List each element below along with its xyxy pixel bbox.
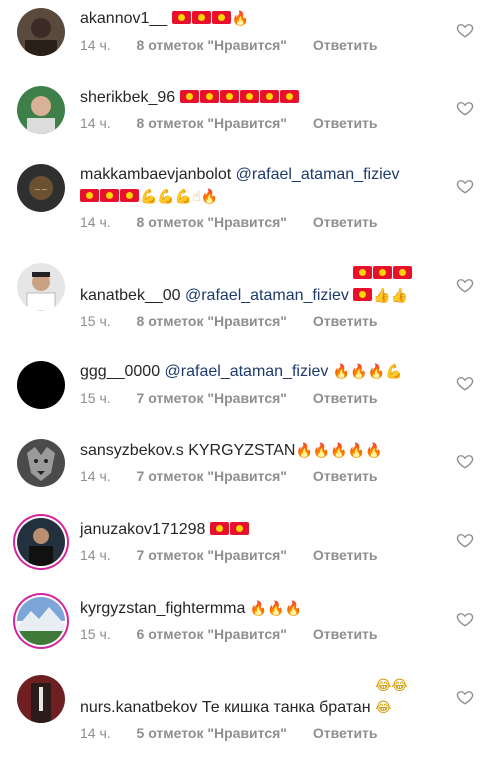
kyrgyzstan-flag-emoji <box>80 189 99 202</box>
emoji-group <box>209 519 250 541</box>
heart-icon[interactable] <box>456 610 474 628</box>
username[interactable]: januzakov171298 <box>80 521 205 538</box>
flexed-biceps-emoji: 💪💪💪 <box>140 189 193 205</box>
fire-emoji: 🔥 <box>231 11 250 27</box>
index-pointing-up-emoji: ☝ <box>192 189 201 205</box>
heart-icon[interactable] <box>456 374 474 392</box>
heart-icon[interactable] <box>456 21 474 39</box>
kyrgyzstan-flag-emoji <box>239 90 259 103</box>
fire-emoji: 🔥 <box>200 189 219 205</box>
kyrgyzstan-flag-emoji <box>259 90 279 103</box>
heart-icon[interactable] <box>456 688 474 706</box>
username[interactable]: makkambaevjanbolot <box>80 166 231 183</box>
emoji-group: 🔥 <box>171 8 250 30</box>
likes-count[interactable]: 8 отметок "Нравится" <box>137 313 287 329</box>
reply-button[interactable]: Ответить <box>313 547 378 563</box>
emoji-group: 🔥🔥🔥💪 <box>333 361 403 383</box>
likes-count[interactable]: 6 отметок "Нравится" <box>137 626 287 642</box>
avatar[interactable] <box>17 675 65 723</box>
kyrgyzstan-flag-emoji <box>199 90 219 103</box>
reply-button[interactable]: Ответить <box>313 313 378 329</box>
username[interactable]: nurs.kanatbekov <box>80 699 197 716</box>
reply-button[interactable]: Ответить <box>313 725 378 741</box>
comment-text: KYRGYZSTAN <box>188 442 296 459</box>
username[interactable]: sansyzbekov.s <box>80 442 184 459</box>
reply-button[interactable]: Ответить <box>313 37 378 53</box>
comment-text: Те кишка танка братан <box>201 699 371 716</box>
heart-icon[interactable] <box>456 177 474 195</box>
reply-button[interactable]: Ответить <box>313 115 378 131</box>
username[interactable]: ggg__0000 <box>80 363 160 380</box>
comment-time: 14 ч. <box>80 115 111 131</box>
likes-count[interactable]: 8 отметок "Нравится" <box>137 214 287 230</box>
comment-time: 15 ч. <box>80 313 111 329</box>
username[interactable]: kanatbek__00 <box>80 287 181 304</box>
thumbs-up-emoji: 👍👍 <box>373 288 409 304</box>
avatar[interactable] <box>17 361 65 409</box>
reply-button[interactable]: Ответить <box>313 468 378 484</box>
comment-time: 14 ч. <box>80 725 111 741</box>
kyrgyzstan-flag-emoji <box>373 266 393 279</box>
heart-icon[interactable] <box>456 276 474 294</box>
username[interactable]: sherikbek_96 <box>80 89 175 106</box>
flexed-biceps-emoji: 💪 <box>385 364 403 380</box>
kyrgyzstan-flag-emoji <box>219 90 239 103</box>
emoji-group <box>179 87 300 109</box>
likes-count[interactable]: 7 отметок "Нравится" <box>137 390 287 406</box>
kyrgyzstan-flag-emoji <box>279 90 299 103</box>
svg-text:~~: ~~ <box>34 185 47 194</box>
avatar[interactable]: ~~ <box>17 164 65 212</box>
avatar[interactable] <box>17 439 65 487</box>
reply-button[interactable]: Ответить <box>313 214 378 230</box>
comment-time: 14 ч. <box>80 468 111 484</box>
avatar[interactable] <box>17 8 65 56</box>
emoji-group: 💪💪💪☝🔥 <box>80 186 218 208</box>
avatar[interactable] <box>17 86 65 134</box>
likes-count[interactable]: 7 отметок "Нравится" <box>137 468 287 484</box>
emoji-group: 👍👍 <box>353 263 413 307</box>
kyrgyzstan-flag-emoji <box>100 189 119 202</box>
username[interactable]: kyrgyzstan_fightermma <box>80 600 245 617</box>
heart-icon[interactable] <box>456 99 474 117</box>
reply-button[interactable]: Ответить <box>313 390 378 406</box>
kyrgyzstan-flag-emoji <box>171 11 191 24</box>
kyrgyzstan-flag-emoji <box>353 266 373 279</box>
mention-link[interactable]: @rafael_ataman_fiziev <box>165 363 329 380</box>
fire-emoji: 🔥🔥🔥 <box>249 601 303 617</box>
reply-button[interactable]: Ответить <box>313 626 378 642</box>
tears-of-joy-emoji: 😂😂 😂 <box>375 678 408 716</box>
mention-link[interactable]: @rafael_ataman_fiziev <box>236 166 400 183</box>
kyrgyzstan-flag-emoji <box>211 11 231 24</box>
avatar[interactable] <box>17 518 65 566</box>
kyrgyzstan-flag-emoji <box>353 288 373 301</box>
kyrgyzstan-flag-emoji <box>229 522 249 535</box>
kyrgyzstan-flag-emoji <box>191 11 211 24</box>
kyrgyzstan-flag-emoji <box>179 90 199 103</box>
comment-time: 14 ч. <box>80 547 111 563</box>
likes-count[interactable]: 8 отметок "Нравится" <box>137 37 287 53</box>
likes-count[interactable]: 5 отметок "Нравится" <box>137 725 287 741</box>
kyrgyzstan-flag-emoji <box>120 189 139 202</box>
comment-time: 14 ч. <box>80 37 111 53</box>
heart-icon[interactable] <box>456 531 474 549</box>
comment-time: 14 ч. <box>80 214 111 230</box>
mention-link[interactable]: @rafael_ataman_fiziev <box>185 287 349 304</box>
heart-icon[interactable] <box>456 452 474 470</box>
username[interactable]: akannov1__ <box>80 10 167 27</box>
likes-count[interactable]: 7 отметок "Нравится" <box>137 547 287 563</box>
fire-emoji: 🔥🔥🔥🔥🔥 <box>295 443 383 459</box>
kyrgyzstan-flag-emoji <box>393 266 413 279</box>
avatar[interactable] <box>17 597 65 645</box>
comment-time: 15 ч. <box>80 626 111 642</box>
comment-time: 15 ч. <box>80 390 111 406</box>
kyrgyzstan-flag-emoji <box>209 522 229 535</box>
avatar[interactable] <box>17 263 65 311</box>
likes-count[interactable]: 8 отметок "Нравится" <box>137 115 287 131</box>
fire-emoji: 🔥🔥🔥 <box>332 364 386 380</box>
